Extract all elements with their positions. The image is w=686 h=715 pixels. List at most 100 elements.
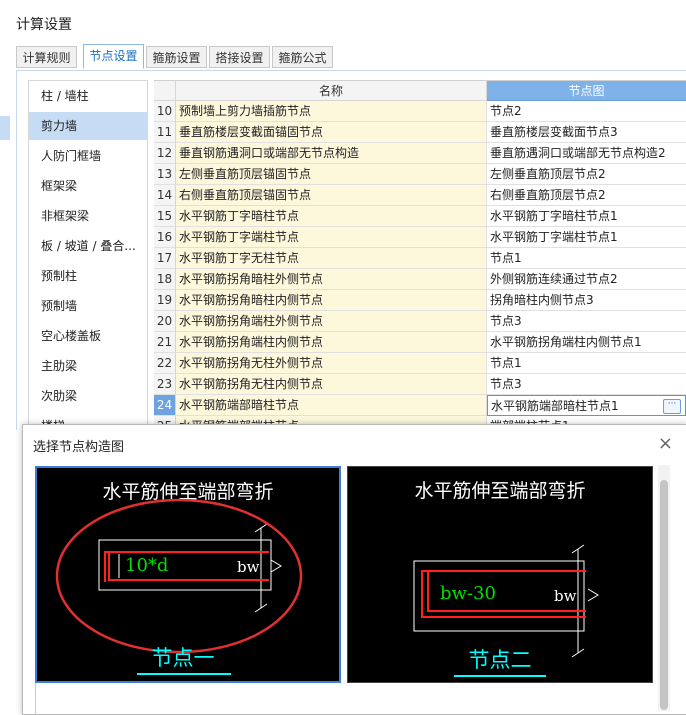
window-title: 计算设置 <box>16 17 72 33</box>
row-node-value[interactable]: 水平钢筋端部暗柱节点1 ··· <box>487 395 686 416</box>
row-index: 23 <box>154 374 176 395</box>
dimension-label: 10*d <box>125 555 168 576</box>
row-name: 水平钢筋拐角无柱内侧节点 <box>176 374 487 395</box>
row-name: 水平钢筋拐角暗柱外侧节点 <box>176 269 487 290</box>
node-preview-2[interactable]: 水平筋伸至端部弯折 bw-30 bw 节点二 <box>347 466 653 683</box>
row-index: 21 <box>154 332 176 353</box>
header-node[interactable]: 节点图 <box>487 81 686 101</box>
row-name: 水平钢筋拐角暗柱内侧节点 <box>176 290 487 311</box>
row-index: 24 <box>154 395 176 416</box>
node-preview-1[interactable]: 水平筋伸至端部弯折 10*d bw 节点一 <box>35 466 341 683</box>
table-row[interactable]: 10 预制墙上剪力墙插筋节点 节点2 <box>154 101 686 122</box>
row-index: 11 <box>154 122 176 143</box>
row-name: 水平钢筋丁字暗柱节点 <box>176 206 487 227</box>
tab-lap-settings[interactable]: 搭接设置 <box>209 46 270 68</box>
dialog-title: 选择节点构造图 <box>33 440 125 455</box>
category-item[interactable]: 预制墙 <box>29 292 147 320</box>
category-item[interactable]: 柱 / 墙柱 <box>29 82 147 110</box>
row-node-value[interactable]: 水平钢筋丁字暗柱节点1 <box>487 206 686 227</box>
row-name: 预制墙上剪力墙插筋节点 <box>176 101 487 122</box>
node-drawing-1: 水平筋伸至端部弯折 10*d bw 节点一 <box>55 481 303 675</box>
header-index <box>154 81 176 101</box>
table-row[interactable]: 15 水平钢筋丁字暗柱节点 水平钢筋丁字暗柱节点1 <box>154 206 686 227</box>
row-node-value[interactable]: 右侧垂直筋顶层节点2 <box>487 185 686 206</box>
preview-area-bottom <box>35 683 656 714</box>
category-item[interactable]: 次肋梁 <box>29 382 147 410</box>
settings-window: 计算设置 计算规则 节点设置 箍筋设置 搭接设置 箍筋公式 柱 / 墙柱 剪力墙… <box>0 0 686 715</box>
row-index: 17 <box>154 248 176 269</box>
row-name: 右侧垂直筋顶层锚固节点 <box>176 185 487 206</box>
header-name[interactable]: 名称 <box>176 81 487 101</box>
category-list: 柱 / 墙柱 剪力墙 人防门框墙 框架梁 非框架梁 板 / 坡道 / 叠合...… <box>28 80 148 427</box>
dimension-label: bw-30 <box>440 583 496 604</box>
table-row[interactable]: 16 水平钢筋丁字端柱节点 水平钢筋丁字端柱节点1 <box>154 227 686 248</box>
row-node-value[interactable]: 节点1 <box>487 353 686 374</box>
background-selection-stub <box>0 116 10 140</box>
row-index: 14 <box>154 185 176 206</box>
node-picker-dialog: 选择节点构造图 × 水平筋伸至端部弯折 10*d bw 节点一 水平筋伸至端部弯… <box>22 424 686 715</box>
category-item[interactable]: 框架梁 <box>29 172 147 200</box>
annotation-circle <box>55 498 303 654</box>
category-item[interactable]: 主肋梁 <box>29 352 147 380</box>
row-node-value[interactable]: 节点3 <box>487 374 686 395</box>
row-node-value[interactable]: 垂直筋遇洞口或端部无节点构造2 <box>487 143 686 164</box>
row-node-value[interactable]: 水平钢筋丁字端柱节点1 <box>487 227 686 248</box>
node-picker-button[interactable]: ··· <box>663 399 681 414</box>
row-name: 垂直筋楼层变截面锚固节点 <box>176 122 487 143</box>
row-index: 10 <box>154 101 176 122</box>
row-node-value[interactable]: 节点1 <box>487 248 686 269</box>
tab-stirrup-formula[interactable]: 箍筋公式 <box>272 46 333 68</box>
row-name: 垂直钢筋遇洞口或端部无节点构造 <box>176 143 487 164</box>
tab-stirrup-settings[interactable]: 箍筋设置 <box>146 46 207 68</box>
break-mark <box>587 588 599 602</box>
category-item[interactable]: 板 / 坡道 / 叠合... <box>29 232 147 260</box>
table-row[interactable]: 14 右侧垂直筋顶层锚固节点 右侧垂直筋顶层节点2 <box>154 185 686 206</box>
row-name: 水平钢筋丁字端柱节点 <box>176 227 487 248</box>
node-label: 节点二 <box>469 648 532 672</box>
row-node-value[interactable]: 水平钢筋拐角端柱内侧节点1 <box>487 332 686 353</box>
node-table: 名称 节点图 10 预制墙上剪力墙插筋节点 节点2 11 垂直筋楼层变截面锚固节… <box>154 80 686 431</box>
row-name: 水平钢筋丁字无柱节点 <box>176 248 487 269</box>
row-index: 18 <box>154 269 176 290</box>
close-icon[interactable]: × <box>658 433 673 454</box>
table-row[interactable]: 13 左侧垂直筋顶层锚固节点 左侧垂直筋顶层节点2 <box>154 164 686 185</box>
row-node-value[interactable]: 外侧钢筋连续通过节点2 <box>487 269 686 290</box>
table-row[interactable]: 23 水平钢筋拐角无柱内侧节点 节点3 <box>154 374 686 395</box>
row-index: 12 <box>154 143 176 164</box>
tab-calc-rules[interactable]: 计算规则 <box>16 46 77 68</box>
table-row[interactable]: 21 水平钢筋拐角端柱内侧节点 水平钢筋拐角端柱内侧节点1 <box>154 332 686 353</box>
row-node-value[interactable]: 节点3 <box>487 311 686 332</box>
row-index: 20 <box>154 311 176 332</box>
row-name: 水平钢筋拐角端柱内侧节点 <box>176 332 487 353</box>
row-node-value[interactable]: 拐角暗柱内侧节点3 <box>487 290 686 311</box>
category-item[interactable]: 非框架梁 <box>29 202 147 230</box>
category-item[interactable]: 人防门框墙 <box>29 142 147 170</box>
table-row-selected[interactable]: 24 水平钢筋端部暗柱节点 水平钢筋端部暗柱节点1 ··· <box>154 395 686 416</box>
tab-node-settings[interactable]: 节点设置 <box>83 44 144 69</box>
bw-label: bw <box>554 587 577 605</box>
row-node-value[interactable]: 左侧垂直筋顶层节点2 <box>487 164 686 185</box>
row-index: 16 <box>154 227 176 248</box>
preview-scrollbar-thumb[interactable] <box>660 480 668 710</box>
table-row[interactable]: 12 垂直钢筋遇洞口或端部无节点构造 垂直筋遇洞口或端部无节点构造2 <box>154 143 686 164</box>
row-name: 水平钢筋拐角无柱外侧节点 <box>176 353 487 374</box>
break-mark <box>270 559 282 573</box>
row-node-value[interactable]: 节点2 <box>487 101 686 122</box>
bw-label: bw <box>237 558 260 576</box>
category-item[interactable]: 预制柱 <box>29 262 147 290</box>
table-row[interactable]: 18 水平钢筋拐角暗柱外侧节点 外侧钢筋连续通过节点2 <box>154 269 686 290</box>
row-name: 水平钢筋端部暗柱节点 <box>176 395 487 416</box>
row-name: 左侧垂直筋顶层锚固节点 <box>176 164 487 185</box>
row-index: 19 <box>154 290 176 311</box>
category-item[interactable]: 剪力墙 <box>29 112 147 140</box>
row-index: 22 <box>154 353 176 374</box>
category-item[interactable]: 空心楼盖板 <box>29 322 147 350</box>
node-drawing-2: 水平筋伸至端部弯折 bw-30 bw 节点二 <box>413 480 599 677</box>
table-row[interactable]: 17 水平钢筋丁字无柱节点 节点1 <box>154 248 686 269</box>
table-row[interactable]: 20 水平钢筋拐角端柱外侧节点 节点3 <box>154 311 686 332</box>
table-row[interactable]: 11 垂直筋楼层变截面锚固节点 垂直筋楼层变截面节点3 <box>154 122 686 143</box>
table-row[interactable]: 19 水平钢筋拐角暗柱内侧节点 拐角暗柱内侧节点3 <box>154 290 686 311</box>
row-node-text: 水平钢筋端部暗柱节点1 <box>491 399 619 413</box>
row-node-value[interactable]: 垂直筋楼层变截面节点3 <box>487 122 686 143</box>
table-row[interactable]: 22 水平钢筋拐角无柱外侧节点 节点1 <box>154 353 686 374</box>
